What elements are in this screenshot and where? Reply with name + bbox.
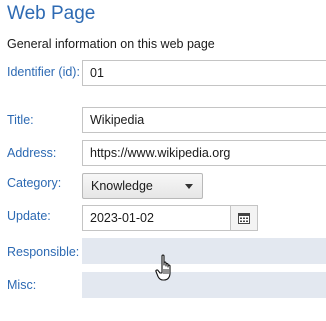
update-date-value: 2023-01-02 bbox=[90, 211, 154, 225]
responsible-field[interactable] bbox=[82, 238, 326, 264]
category-label: Category: bbox=[7, 176, 62, 190]
page-title: Web Page bbox=[7, 3, 96, 24]
update-date-field[interactable]: 2023-01-02 bbox=[82, 205, 258, 231]
hand-pointer-icon bbox=[155, 254, 171, 281]
calendar-button[interactable] bbox=[230, 206, 257, 230]
update-label: Update: bbox=[7, 209, 51, 223]
identifier-label: Identifier (id): bbox=[7, 65, 80, 79]
category-selected-value: Knowledge bbox=[91, 179, 153, 193]
identifier-field[interactable]: 01 bbox=[82, 60, 326, 86]
chevron-down-icon bbox=[185, 184, 193, 189]
calendar-icon bbox=[238, 212, 250, 224]
page-subtitle: General information on this web page bbox=[7, 37, 215, 51]
misc-label: Misc: bbox=[7, 278, 37, 292]
responsible-label: Responsible: bbox=[7, 245, 80, 259]
title-label: Title: bbox=[7, 113, 34, 127]
address-label: Address: bbox=[7, 146, 57, 160]
title-field[interactable]: Wikipedia bbox=[82, 107, 326, 133]
web-page-form: Web Page General information on this web… bbox=[0, 0, 326, 321]
misc-field[interactable] bbox=[82, 272, 326, 298]
address-field[interactable]: https://www.wikipedia.org bbox=[82, 140, 326, 166]
category-select[interactable]: Knowledge bbox=[82, 173, 203, 199]
